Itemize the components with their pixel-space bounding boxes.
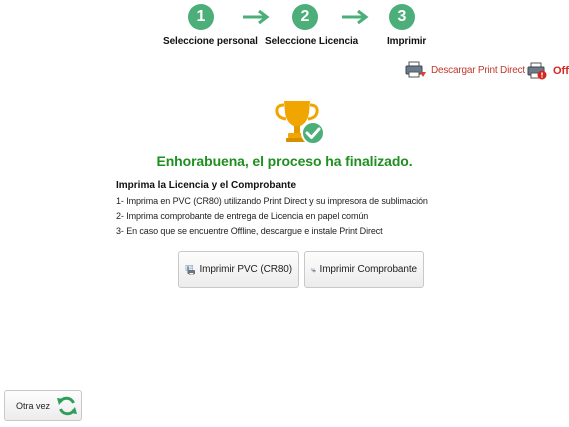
printer-offline-icon bbox=[527, 62, 547, 80]
document-printer-icon bbox=[311, 267, 316, 272]
print-receipt-button[interactable]: Imprimir Comprobante bbox=[304, 251, 424, 288]
step-1-label: Seleccione personal bbox=[163, 36, 258, 47]
print-receipt-label: Imprimir Comprobante bbox=[319, 264, 418, 275]
printer-download-icon bbox=[405, 61, 426, 78]
instructions: Imprima la Licencia y el Comprobante 1- … bbox=[116, 180, 516, 239]
step-1-circle: 1 bbox=[188, 4, 214, 30]
download-print-direct-link[interactable]: Descargar Print Direct bbox=[405, 61, 525, 79]
stepper: 1 2 3 Seleccione personal Seleccione Lic… bbox=[0, 0, 569, 60]
arrow-right-icon bbox=[243, 9, 270, 25]
print-pvc-label: Imprimir PVC (CR80) bbox=[199, 264, 292, 275]
instruction-line-3: 3- En caso que se encuentre Offline, des… bbox=[116, 226, 383, 236]
check-circle-icon bbox=[301, 121, 325, 145]
step-3-number: 3 bbox=[397, 8, 407, 25]
step-3-label: Imprimir bbox=[387, 36, 427, 47]
step-1-number: 1 bbox=[196, 8, 206, 25]
instruction-line-1: 1- Imprima en PVC (CR80) utilizando Prin… bbox=[116, 196, 428, 206]
download-print-direct-label: Descargar Print Direct bbox=[431, 64, 525, 76]
step-2-label: Seleccione Licencia bbox=[265, 36, 359, 47]
again-label: Otra vez bbox=[16, 400, 51, 411]
step-2-circle: 2 bbox=[292, 4, 318, 30]
print-direct-status-label: Off bbox=[553, 65, 569, 77]
instructions-heading: Imprima la Licencia y el Comprobante bbox=[116, 180, 297, 191]
print-pvc-button[interactable]: Imprimir PVC (CR80) bbox=[178, 251, 299, 288]
instruction-line-2: 2- Imprima comprobante de entrega de Lic… bbox=[116, 211, 369, 221]
trophy-icon bbox=[275, 101, 325, 145]
again-button[interactable]: Otra vez bbox=[4, 390, 82, 421]
refresh-icon bbox=[57, 396, 78, 415]
success-title: Enhorabuena, el proceso ha finalizado. bbox=[156, 153, 413, 169]
print-direct-status: Off bbox=[527, 62, 569, 80]
step-3-circle: 3 bbox=[389, 4, 415, 30]
step-2-number: 2 bbox=[300, 8, 310, 25]
arrow-right-icon bbox=[342, 9, 369, 25]
id-card-printer-icon bbox=[185, 264, 196, 275]
